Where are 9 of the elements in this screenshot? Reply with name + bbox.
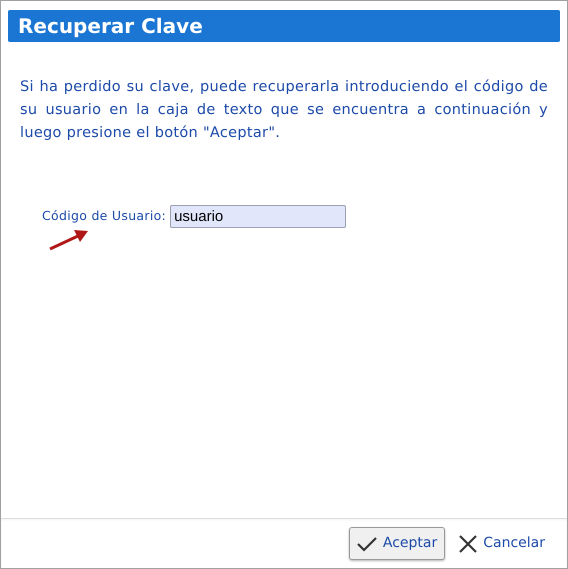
dialog-title: Recuperar Clave <box>8 10 560 42</box>
close-icon <box>459 534 478 552</box>
user-code-input[interactable]: usuario <box>170 205 346 228</box>
instructions-text: Si ha perdido su clave, puede recuperarla introduciendo el código de su usuario en la caja de texto que se encuentra a continuación y luego presione el botón "Aceptar". <box>20 78 548 143</box>
arrow-icon <box>48 227 90 251</box>
accept-button[interactable]: Aceptar <box>348 527 446 560</box>
field-label: Código de Usuario: <box>42 207 166 226</box>
checkmark-icon <box>356 536 377 552</box>
cancel-button[interactable]: Cancelar <box>451 527 553 560</box>
